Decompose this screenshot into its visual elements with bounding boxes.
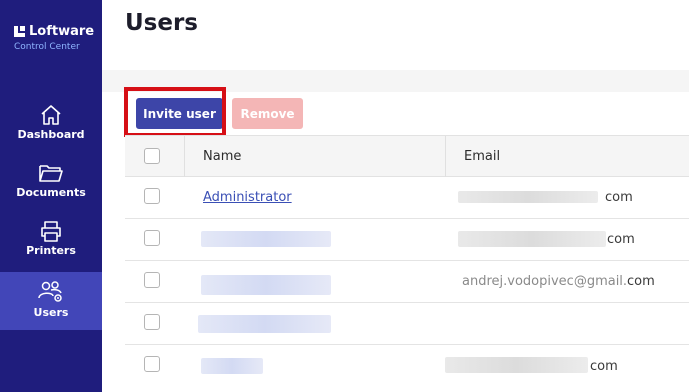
user-email: com [627,274,655,289]
row-checkbox[interactable] [144,230,160,246]
sidebar-item-users[interactable]: Users [0,272,102,330]
select-all-checkbox[interactable] [144,148,160,164]
redacted-user-name[interactable] [201,231,331,247]
user-name-link[interactable]: Administrator [203,190,292,205]
redacted-user-name[interactable] [201,275,331,295]
brand-subtitle: Control Center [14,42,80,52]
table-row[interactable]: andrej.vodopivec@gmail. com [125,261,689,303]
remove-button[interactable]: Remove [232,98,303,129]
column-header-email[interactable]: Email [464,149,500,164]
highlight-annotation-box [124,87,226,137]
sidebar-item-label: Printers [26,244,76,257]
sidebar-item-printers[interactable]: Printers [0,220,102,276]
table-row[interactable]: com [125,345,689,387]
page-title: Users [125,10,198,36]
users-gear-icon [38,281,62,302]
row-checkbox[interactable] [144,356,160,372]
sidebar: Loftware Control Center Dashboard Docume… [0,0,102,392]
sidebar-item-label: Dashboard [17,128,85,141]
redacted-email [458,191,598,203]
table-row[interactable] [125,303,689,345]
column-header-name[interactable]: Name [203,149,241,164]
user-email: com [590,359,618,374]
sidebar-item-documents[interactable]: Documents [0,162,102,218]
printer-icon [41,221,61,242]
folder-icon [39,165,63,182]
brand-logo[interactable]: Loftware Control Center [14,24,94,52]
row-checkbox[interactable] [144,272,160,288]
sidebar-item-dashboard[interactable]: Dashboard [0,104,102,160]
sidebar-item-label: Users [33,306,69,319]
table-row[interactable]: com [125,219,689,261]
column-divider [445,136,446,178]
table-row[interactable]: Administrator com [125,177,689,219]
row-checkbox[interactable] [144,188,160,204]
user-email: com [607,232,635,247]
loftware-logo-icon [14,26,25,37]
user-email-partial: andrej.vodopivec@gmail. [462,274,628,289]
redacted-email [445,357,588,373]
user-email: com [605,190,633,205]
column-divider [184,136,185,178]
row-checkbox[interactable] [144,314,160,330]
redacted-user-name[interactable] [201,358,263,374]
redacted-user-name[interactable] [198,315,331,333]
table-header: Name Email [125,135,689,178]
redacted-email [458,231,606,247]
sidebar-item-label: Documents [16,186,86,199]
brand-name: Loftware [29,24,95,39]
home-icon [41,105,61,125]
